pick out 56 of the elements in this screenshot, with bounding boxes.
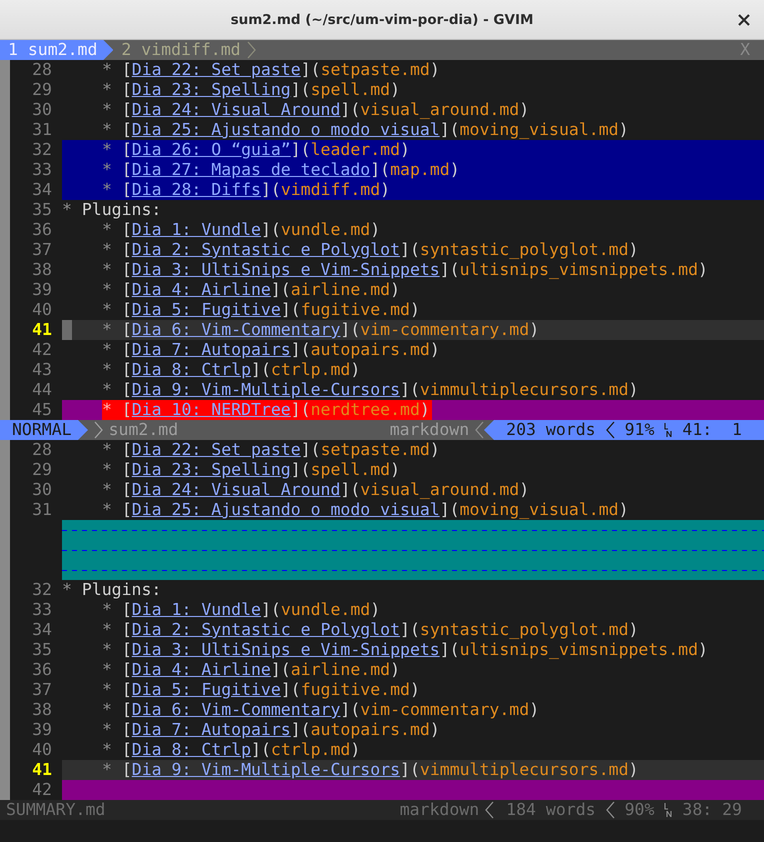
code-text: * [Dia 1: Vundle](vundle.md) [102,220,380,240]
text-cursor [62,320,72,340]
code-text: * [Dia 4: Airline](airline.md) [102,660,400,680]
code-text: * [Dia 27: Mapas de teclado](map.md) [102,160,460,180]
code-text: * [Dia 2: Syntastic e Polyglot](syntastic_polyglot.md) [102,240,638,260]
code-text: * [Dia 25: Ajustando o modo visual](moving_visual.md) [102,120,629,140]
chevron-right-icon [246,41,256,59]
code-text: * [Dia 22: Set paste](setpaste.md) [102,60,440,80]
cursor-position: 41: 1 [682,420,742,440]
code-text: * [Dia 7: Autopairs](autopairs.md) [102,720,440,740]
file-type: markdown [400,800,480,820]
code-text: * [Dia 5: Fugitive](fugitive.md) [102,300,420,320]
file-type: markdown [390,420,470,440]
close-icon[interactable] [738,14,750,26]
code-text: * Plugins: [62,200,162,220]
file-name: SUMMARY.md [5,800,106,820]
scroll-percent: 90% [624,800,654,820]
word-count: 184 words [506,800,596,820]
code-text: * [Dia 6: Vim-Commentary](vim-commentary.md) [102,700,540,720]
code-text: * [Dia 28: Diffs](vimdiff.md) [102,180,390,200]
code-text: * [Dia 4: Airline](airline.md) [102,280,400,300]
code-text: * [Dia 8: Ctrlp](ctrlp.md) [102,740,360,760]
code-text: * Plugins: [62,580,162,600]
code-text: * [Dia 24: Visual Around](visual_around.md) [102,100,530,120]
code-text: * [Dia 5: Fugitive](fugitive.md) [102,680,420,700]
chevron-left-icon [606,421,615,439]
cursor-position: 38: 29 [682,800,742,820]
chevron-left-icon [606,801,615,819]
code-text: * [Dia 22: Set paste](setpaste.md) [102,440,440,460]
code-text: * [Dia 24: Visual Around](visual_around.md) [102,480,530,500]
code-text: * [Dia 6: Vim-Commentary](vim-commentary.md) [102,320,540,340]
tab[interactable]: 1 sum2.md [0,40,114,60]
scroll-percent: 91% [624,420,654,440]
code-text: * [Dia 26: O “guia”](leader.md) [102,140,410,160]
code-text: * [Dia 25: Ajustando o modo visual](moving_visual.md) [102,500,629,520]
line-number-icon [664,423,672,437]
code-text: * [Dia 8: Ctrlp](ctrlp.md) [102,360,360,380]
code-text: * [Dia 3: UltiSnips e Vim-Snippets](ultisnips_vimsnippets.md) [102,640,708,660]
line-number-icon [664,803,672,817]
window-title: sum2.md (~/src/um-vim-por-dia) - GVIM [230,12,534,28]
code-text: * [Dia 2: Syntastic e Polyglot](syntastic_polyglot.md) [102,620,638,640]
code-text: * [Dia 9: Vim-Multiple-Cursors](vimmultiplecursors.md) [102,380,638,400]
code-text: * [Dia 23: Spelling](spell.md) [102,80,400,100]
code-text: * [Dia 10: NERDTree](nerdtree.md) [102,400,432,420]
chevron-right-icon [94,421,103,439]
code-text: * [Dia 23: Spelling](spell.md) [102,460,400,480]
code-text: * [Dia 7: Autopairs](autopairs.md) [102,340,440,360]
word-count: 203 words [506,420,596,440]
powerline-arrow [78,420,88,440]
code-text: * [Dia 1: Vundle](vundle.md) [102,600,380,620]
tab[interactable]: 2 vimdiff.md [113,40,247,60]
code-text: * [Dia 3: UltiSnips e Vim-Snippets](ultisnips_vimsnippets.md) [102,260,708,280]
code-text: * [Dia 9: Vim-Multiple-Cursors](vimmultiplecursors.md) [102,760,638,780]
file-name: sum2.md [108,420,178,440]
chevron-left-icon [485,801,494,819]
chevron-left-icon [475,421,484,439]
